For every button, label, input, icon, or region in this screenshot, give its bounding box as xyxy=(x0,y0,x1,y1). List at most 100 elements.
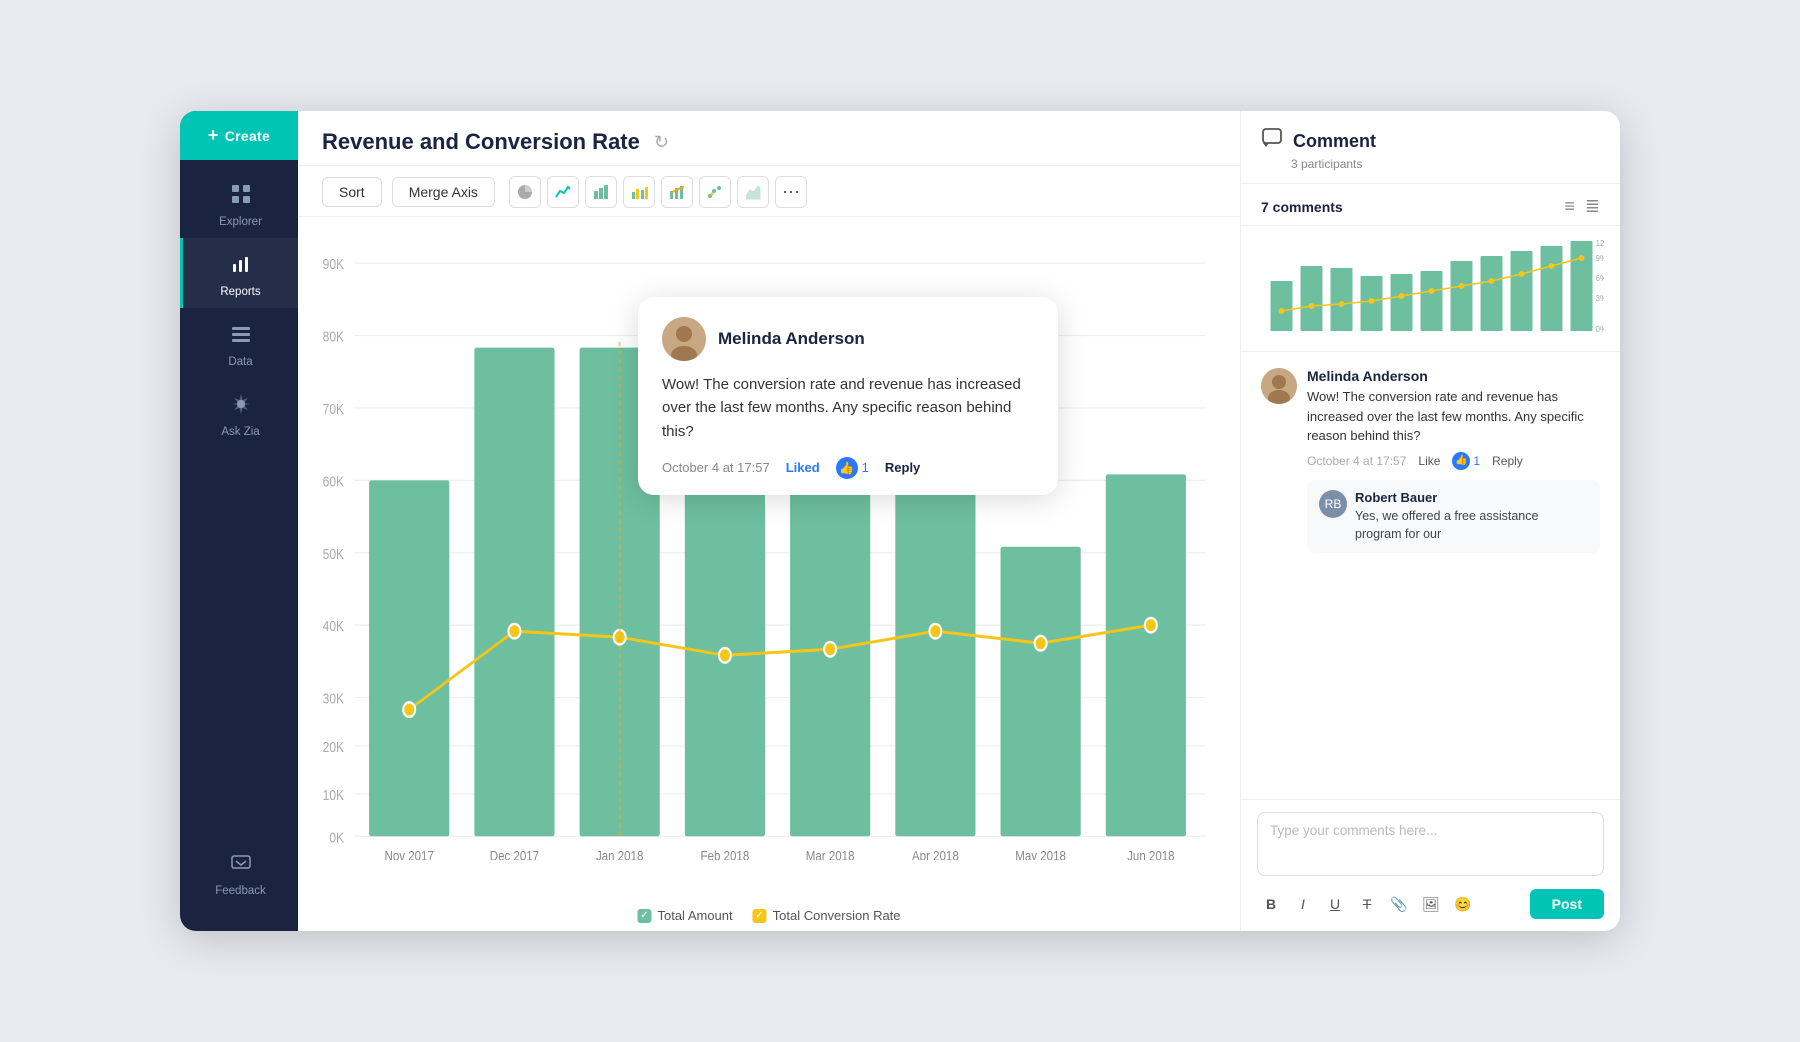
chart-title: Revenue and Conversion Rate xyxy=(322,129,640,155)
legend-check-rate: ✓ xyxy=(753,909,767,923)
reply-author: Robert Bauer xyxy=(1355,490,1588,505)
bar-chart-button[interactable] xyxy=(585,176,617,208)
sidebar-item-ask-zia[interactable]: Ask Zia xyxy=(180,378,298,448)
svg-text:70K: 70K xyxy=(323,401,344,417)
comment-participants: 3 participants xyxy=(1291,157,1600,171)
toolbar: Sort Merge Axis xyxy=(298,166,1240,217)
svg-text:60K: 60K xyxy=(323,473,344,489)
attachment-button[interactable]: 📎 xyxy=(1385,890,1413,918)
feedback-icon xyxy=(229,851,253,879)
like-count-btn[interactable]: 👍 1 xyxy=(1452,452,1480,470)
svg-text:Dec 2017: Dec 2017 xyxy=(490,847,539,860)
legend-amount-label: Total Amount xyxy=(657,908,732,923)
tooltip-reply-button[interactable]: Reply xyxy=(885,460,920,475)
reply-button[interactable]: Reply xyxy=(1492,454,1523,468)
svg-text:30K: 30K xyxy=(323,691,344,707)
area-button[interactable] xyxy=(737,176,769,208)
comment-content: Melinda Anderson Wow! The conversion rat… xyxy=(1307,368,1600,553)
reply-content: Robert Bauer Yes, we offered a free assi… xyxy=(1355,490,1588,543)
tooltip-footer: October 4 at 17:57 Liked 👍 1 Reply xyxy=(662,457,1034,479)
svg-text:Jan 2018: Jan 2018 xyxy=(596,847,643,860)
comment-input[interactable] xyxy=(1257,812,1604,876)
mini-like-circle: 👍 xyxy=(1452,452,1470,470)
sidebar-item-data-label: Data xyxy=(228,356,252,368)
tooltip-body: Wow! The conversion rate and revenue has… xyxy=(662,373,1034,443)
comment-text: Wow! The conversion rate and revenue has… xyxy=(1307,387,1600,446)
tooltip-like-count: 1 xyxy=(862,460,869,475)
sidebar-item-explorer[interactable]: Explorer xyxy=(180,168,298,238)
italic-button[interactable]: I xyxy=(1289,890,1317,918)
legend-check-amount: ✓ xyxy=(637,909,651,923)
filter-comments-icon[interactable]: ≣ xyxy=(1585,196,1600,217)
svg-text:90K: 90K xyxy=(323,256,344,272)
mini-chart-container: 12% 9% 6% 3% 0% xyxy=(1241,226,1620,352)
more-options-button[interactable]: ⋯ xyxy=(775,176,807,208)
line-chart-button[interactable] xyxy=(547,176,579,208)
svg-text:Nov 2017: Nov 2017 xyxy=(385,847,434,860)
comment-panel: Comment 3 participants 7 comments ≡ ≣ xyxy=(1240,111,1620,931)
comment-time: October 4 at 17:57 xyxy=(1307,454,1406,468)
sidebar-item-data[interactable]: Data xyxy=(180,308,298,378)
like-circle: 👍 xyxy=(836,457,858,479)
sort-button[interactable]: Sort xyxy=(322,177,382,207)
pie-chart-button[interactable] xyxy=(509,176,541,208)
tooltip-time: October 4 at 17:57 xyxy=(662,460,770,475)
svg-text:Apr 2018: Apr 2018 xyxy=(912,847,959,860)
merge-axis-button[interactable]: Merge Axis xyxy=(392,177,495,207)
sidebar-item-reports[interactable]: Reports xyxy=(180,238,298,308)
create-button[interactable]: + Create xyxy=(180,111,298,160)
svg-text:12%: 12% xyxy=(1596,239,1605,248)
tooltip-header: Melinda Anderson xyxy=(662,317,1034,361)
image-button[interactable]: 🖼 xyxy=(1417,890,1445,918)
main-content: Revenue and Conversion Rate ↻ Sort Merge… xyxy=(298,111,1240,931)
tooltip-avatar xyxy=(662,317,706,361)
main-header: Revenue and Conversion Rate ↻ xyxy=(298,111,1240,166)
svg-text:20K: 20K xyxy=(323,739,344,755)
emoji-button[interactable]: 😊 xyxy=(1449,890,1477,918)
combo-chart-button[interactable] xyxy=(661,176,693,208)
refresh-icon[interactable]: ↻ xyxy=(654,132,669,153)
data-icon xyxy=(229,322,253,350)
create-label: Create xyxy=(225,128,270,144)
svg-text:Jun 2018: Jun 2018 xyxy=(1127,847,1174,860)
bold-button[interactable]: B xyxy=(1257,890,1285,918)
comment-count-row: 7 comments ≡ ≣ xyxy=(1241,184,1620,226)
sidebar-item-feedback[interactable]: Feedback xyxy=(180,837,298,907)
comment-list: Melinda Anderson Wow! The conversion rat… xyxy=(1241,352,1620,799)
chart-tooltip: Melinda Anderson Wow! The conversion rat… xyxy=(638,297,1058,495)
like-button[interactable]: Like xyxy=(1418,454,1440,468)
comment-panel-icon xyxy=(1261,127,1283,155)
reply-avatar: RB xyxy=(1319,490,1347,518)
ask-zia-icon xyxy=(229,392,253,420)
svg-text:Mar 2018: Mar 2018 xyxy=(806,847,855,860)
comment-count: 7 comments xyxy=(1261,199,1343,215)
svg-text:May 2018: May 2018 xyxy=(1015,847,1066,860)
svg-text:0%: 0% xyxy=(1596,325,1605,334)
sidebar: + Create Explorer xyxy=(180,111,298,931)
sidebar-item-reports-label: Reports xyxy=(220,286,260,298)
like-count-value: 1 xyxy=(1473,454,1480,468)
svg-text:0K: 0K xyxy=(329,829,344,845)
svg-text:80K: 80K xyxy=(323,329,344,345)
legend-conversion-rate: ✓ Total Conversion Rate xyxy=(753,908,901,923)
reply-item: RB Robert Bauer Yes, we offered a free a… xyxy=(1307,480,1600,553)
strikethrough-button[interactable]: T xyxy=(1353,890,1381,918)
tooltip-liked-label[interactable]: Liked xyxy=(786,460,820,475)
svg-text:10K: 10K xyxy=(323,787,344,803)
sort-comments-icon[interactable]: ≡ xyxy=(1564,196,1575,217)
sidebar-nav: Explorer Reports xyxy=(180,168,298,837)
mini-chart-svg: 12% 9% 6% 3% 0% xyxy=(1257,236,1604,336)
underline-button[interactable]: U xyxy=(1321,890,1349,918)
svg-text:Feb 2018: Feb 2018 xyxy=(701,847,750,860)
scatter-button[interactable] xyxy=(699,176,731,208)
sidebar-item-explorer-label: Explorer xyxy=(219,216,262,228)
svg-text:3%: 3% xyxy=(1596,294,1605,303)
grouped-bar-button[interactable] xyxy=(623,176,655,208)
comment-panel-header: Comment 3 participants xyxy=(1241,111,1620,184)
legend-total-amount: ✓ Total Amount xyxy=(637,908,732,923)
comment-input-area: B I U T 📎 🖼 😊 Post xyxy=(1241,799,1620,931)
tooltip-like-button[interactable]: 👍 1 xyxy=(836,457,869,479)
post-button[interactable]: Post xyxy=(1530,889,1604,919)
comment-author: Melinda Anderson xyxy=(1307,368,1600,384)
reply-text: Yes, we offered a free assistance progra… xyxy=(1355,507,1588,543)
